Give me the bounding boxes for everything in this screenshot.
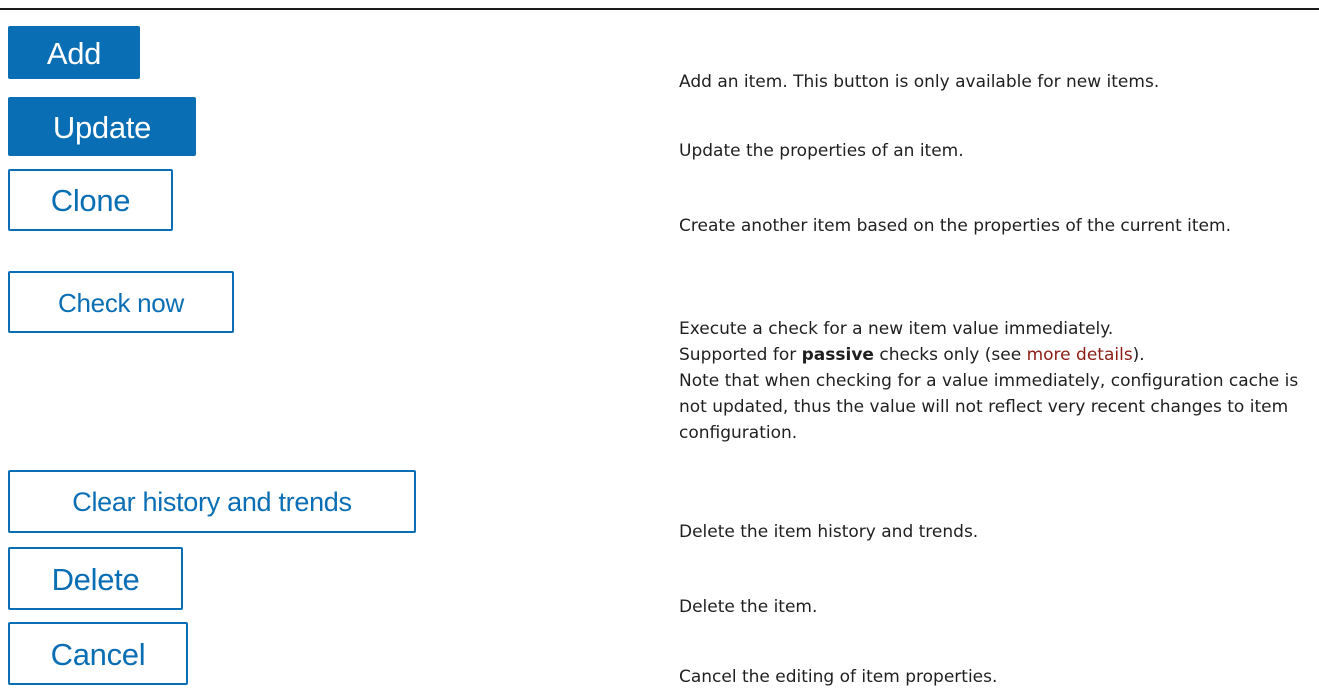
clear-history-button[interactable]: Clear history and trends xyxy=(8,470,416,533)
check-now-rest: Note that when checking for a value imme… xyxy=(679,371,1299,443)
clear-history-description: Delete the item history and trends. xyxy=(679,522,979,542)
clone-button[interactable]: Clone xyxy=(8,169,173,231)
check-now-line2: Supported for passive checks only (see m… xyxy=(679,342,1309,368)
check-now-button[interactable]: Check now xyxy=(8,271,234,333)
check-now-line2-pre: Supported for xyxy=(679,345,802,365)
add-button[interactable]: Add xyxy=(8,26,140,79)
more-details-link[interactable]: more details xyxy=(1027,345,1133,365)
cancel-description: Cancel the editing of item properties. xyxy=(679,667,998,687)
delete-button[interactable]: Delete xyxy=(8,547,183,610)
passive-keyword: passive xyxy=(801,345,874,365)
check-now-line2-post: ). xyxy=(1132,345,1145,365)
update-button[interactable]: Update xyxy=(8,97,196,156)
clone-description: Create another item based on the propert… xyxy=(679,216,1231,236)
update-description: Update the properties of an item. xyxy=(679,141,964,161)
cancel-button[interactable]: Cancel xyxy=(8,622,188,685)
check-now-description: Execute a check for a new item value imm… xyxy=(679,316,1309,446)
top-divider xyxy=(0,8,1319,10)
check-now-line2-mid: checks only (see xyxy=(873,345,1027,365)
check-now-line1: Execute a check for a new item value imm… xyxy=(679,319,1114,339)
add-description: Add an item. This button is only availab… xyxy=(679,72,1160,92)
delete-description: Delete the item. xyxy=(679,597,818,617)
